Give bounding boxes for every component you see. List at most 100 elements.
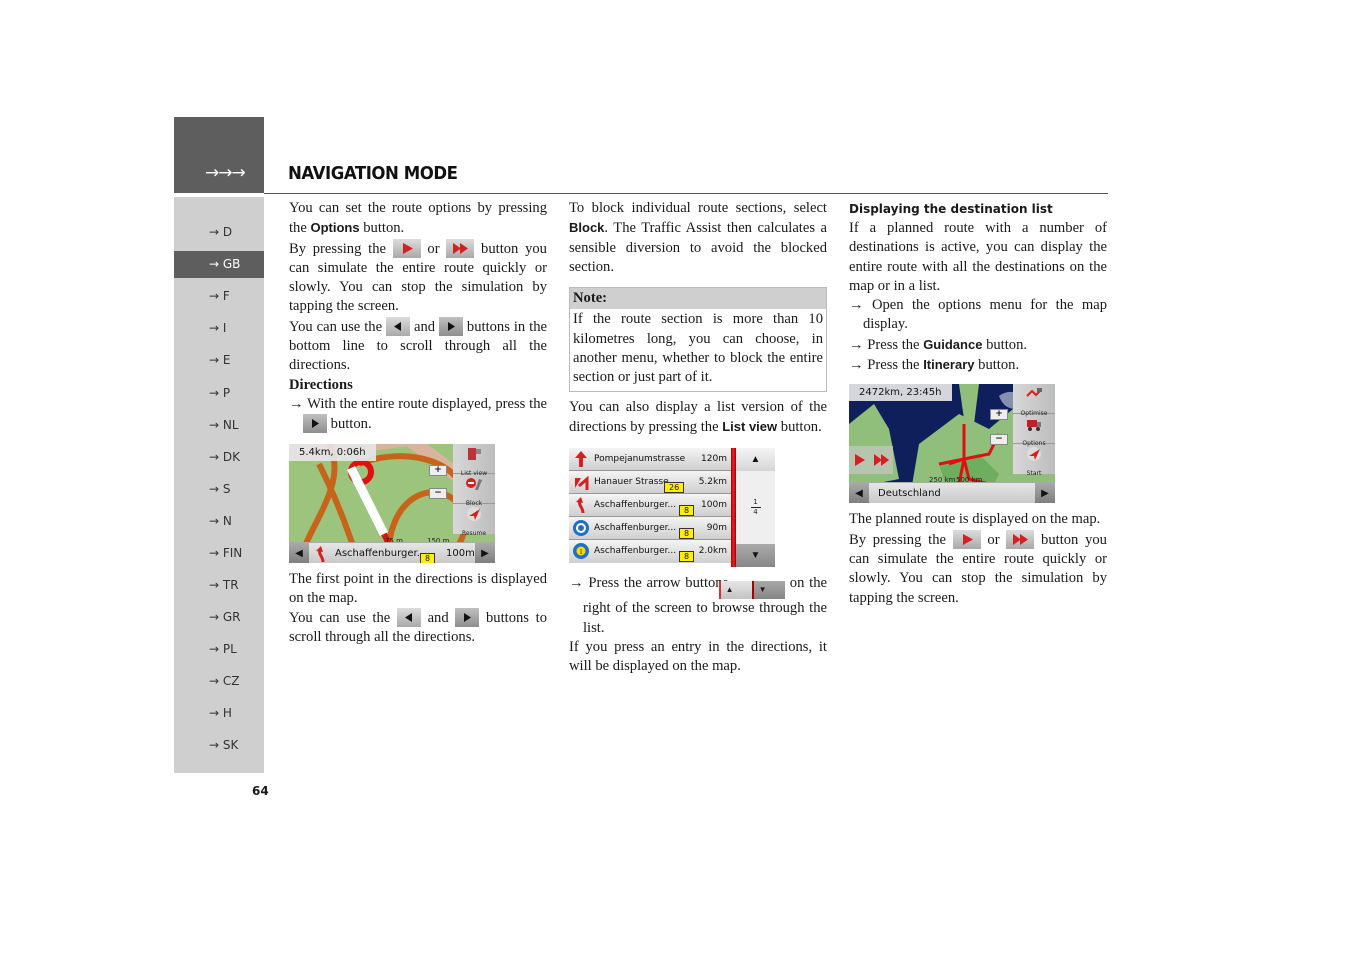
paragraph-planned-route: If a planned route with a number of dest…: [849, 220, 1107, 294]
list-view-icon: [468, 447, 481, 460]
page-indicator: 1 4: [736, 498, 775, 517]
step-directions: → With the entire route displayed, press…: [289, 395, 547, 434]
list-view-button[interactable]: List view: [453, 444, 495, 477]
truck-icon: [1027, 420, 1041, 432]
block-button[interactable]: Block: [453, 474, 495, 507]
header-divider: [264, 193, 1108, 194]
arrow-right-icon: [303, 414, 327, 434]
note-box: Note: If the route section is more than …: [569, 287, 827, 392]
sidebar-item-fin[interactable]: → FIN: [174, 540, 264, 567]
block-icon: [466, 477, 482, 490]
fast-forward-button[interactable]: [873, 452, 891, 468]
previous-button[interactable]: ◀: [289, 542, 309, 563]
zoom-in-button[interactable]: +: [990, 409, 1008, 421]
resume-button[interactable]: Resume: [453, 504, 495, 537]
road-number-badge: 26: [664, 482, 685, 494]
sidebar-item-tr[interactable]: → TR: [174, 572, 264, 599]
arrow-left-icon: [386, 316, 411, 336]
navigation-arrow-icon: [1027, 447, 1041, 462]
note-heading: Note:: [570, 288, 826, 310]
road-number-badge: 8: [420, 552, 436, 563]
column-2: To block individual route sections, sele…: [569, 199, 827, 676]
step-open-options: → Open the options menu for the map disp…: [849, 297, 1107, 333]
scroll-down-button[interactable]: ▼: [736, 544, 775, 568]
roundabout-exit-1-icon: 1: [573, 543, 589, 560]
distance-readout: 100m: [446, 547, 475, 559]
play-icon: [392, 238, 421, 258]
list-item[interactable]: 1 Aschaffenburger... 8 2.0km: [569, 540, 731, 564]
road-number-badge: 8: [679, 551, 695, 563]
options-term: Options: [310, 220, 360, 236]
destination-list-heading: Displaying the destination list: [849, 202, 1053, 216]
column-1: You can set the route options by pressin…: [289, 199, 547, 648]
block-term: Block: [569, 220, 605, 236]
current-street: Aschaffenburger...: [335, 547, 427, 559]
zoom-out-button[interactable]: −: [990, 434, 1008, 446]
note-body: If the route section is more than 10 kil…: [573, 311, 823, 386]
list-item[interactable]: Pompejanumstrasse 120m: [569, 448, 731, 472]
up-down-buttons-illustration: ▲ ▼: [719, 579, 786, 600]
fast-forward-icon: [1006, 529, 1035, 549]
bend-left-icon: [316, 545, 325, 562]
page-number: 64: [252, 784, 269, 798]
previous-button[interactable]: ◀: [849, 483, 869, 504]
sidebar-item-f[interactable]: → F: [174, 283, 264, 310]
map-bottom-bar: ◀ Aschaffenburger... 8 100m ▶: [289, 541, 495, 563]
sidebar-item-e[interactable]: → E: [174, 347, 264, 374]
sidebar-item-n[interactable]: → N: [174, 508, 264, 535]
list-item[interactable]: Aschaffenburger... 8 90m: [569, 517, 731, 541]
step-arrow-buttons: → Press the arrow buttons ▲ ▼ on the righ…: [569, 575, 827, 636]
up-arrow-icon: ▲: [719, 581, 753, 600]
map-side-panel: List view Block Resume: [453, 443, 495, 537]
down-arrow-icon: ▼: [752, 581, 786, 600]
sidebar-item-gb[interactable]: → GB: [174, 251, 264, 278]
scroll-up-button[interactable]: ▲: [736, 448, 775, 472]
page-title: NAVIGATION MODE: [288, 163, 458, 184]
sidebar-item-d[interactable]: → D: [174, 219, 264, 246]
options-button[interactable]: Options: [1013, 414, 1055, 447]
arrow-right-icon: [438, 316, 463, 336]
paragraph-simulate: By pressing the or button you can simula…: [849, 529, 1107, 606]
roundabout-icon: [573, 520, 589, 537]
paragraph-route-displayed: The planned route is displayed on the ma…: [849, 511, 1101, 528]
play-button[interactable]: [853, 452, 867, 468]
directions-heading: Directions: [289, 376, 353, 393]
fast-forward-icon: [446, 238, 475, 258]
list-view-term: List view: [722, 418, 778, 434]
sidebar-item-gr[interactable]: → GR: [174, 604, 264, 631]
column-3: Displaying the destination list If a pla…: [849, 199, 1107, 608]
straight-arrow-icon: [575, 451, 587, 468]
paragraph-simulate: By pressing the or button you can simula…: [289, 238, 547, 315]
header-arrows: →→→: [205, 163, 246, 183]
arrow-left-icon: [396, 608, 421, 628]
next-button[interactable]: ▶: [475, 542, 495, 563]
sidebar-item-sk[interactable]: → SK: [174, 732, 264, 759]
sidebar-item-pl[interactable]: → PL: [174, 636, 264, 663]
sidebar-item-dk[interactable]: → DK: [174, 444, 264, 471]
start-button[interactable]: Start: [1013, 444, 1055, 477]
list-item[interactable]: Aschaffenburger... 8 100m: [569, 494, 731, 518]
sidebar-item-i[interactable]: → I: [174, 315, 264, 342]
zoom-in-button[interactable]: +: [429, 464, 447, 476]
paragraph-options: You can set the route options by pressin…: [289, 200, 547, 237]
svg-text:1: 1: [579, 548, 583, 556]
sidebar-item-s[interactable]: → S: [174, 476, 264, 503]
map-screenshot-directions: 5.4km, 0:06h + − 75 m 150 m List view Bl…: [289, 443, 495, 563]
sidebar-item-cz[interactable]: → CZ: [174, 668, 264, 695]
sidebar-item-h[interactable]: → H: [174, 700, 264, 727]
map-bottom-bar: ◀ Deutschland ▶: [849, 482, 1055, 504]
play-icon: [952, 529, 981, 549]
list-item[interactable]: Hanauer Strasse 26 5.2km: [569, 471, 731, 495]
paragraph-press-entry: If you press an entry in the directions,…: [569, 638, 827, 675]
paragraph-scroll-directions: You can use the and buttons to scroll th…: [289, 608, 547, 646]
paragraph-scroll: You can use the and buttons in the botto…: [289, 316, 547, 374]
sidebar-item-p[interactable]: → P: [174, 380, 264, 407]
optimise-button[interactable]: Optimise: [1013, 384, 1055, 417]
list-view-screenshot: Pompejanumstrasse 120m Hanauer Strasse 2…: [569, 448, 775, 568]
bend-left-icon: [576, 497, 585, 514]
navigation-arrow-icon: [467, 506, 481, 521]
sidebar-item-nl[interactable]: → NL: [174, 412, 264, 439]
next-button[interactable]: ▶: [1035, 483, 1055, 504]
zoom-out-button[interactable]: −: [429, 487, 447, 499]
route-info: 2472km, 23:45h: [849, 384, 952, 402]
